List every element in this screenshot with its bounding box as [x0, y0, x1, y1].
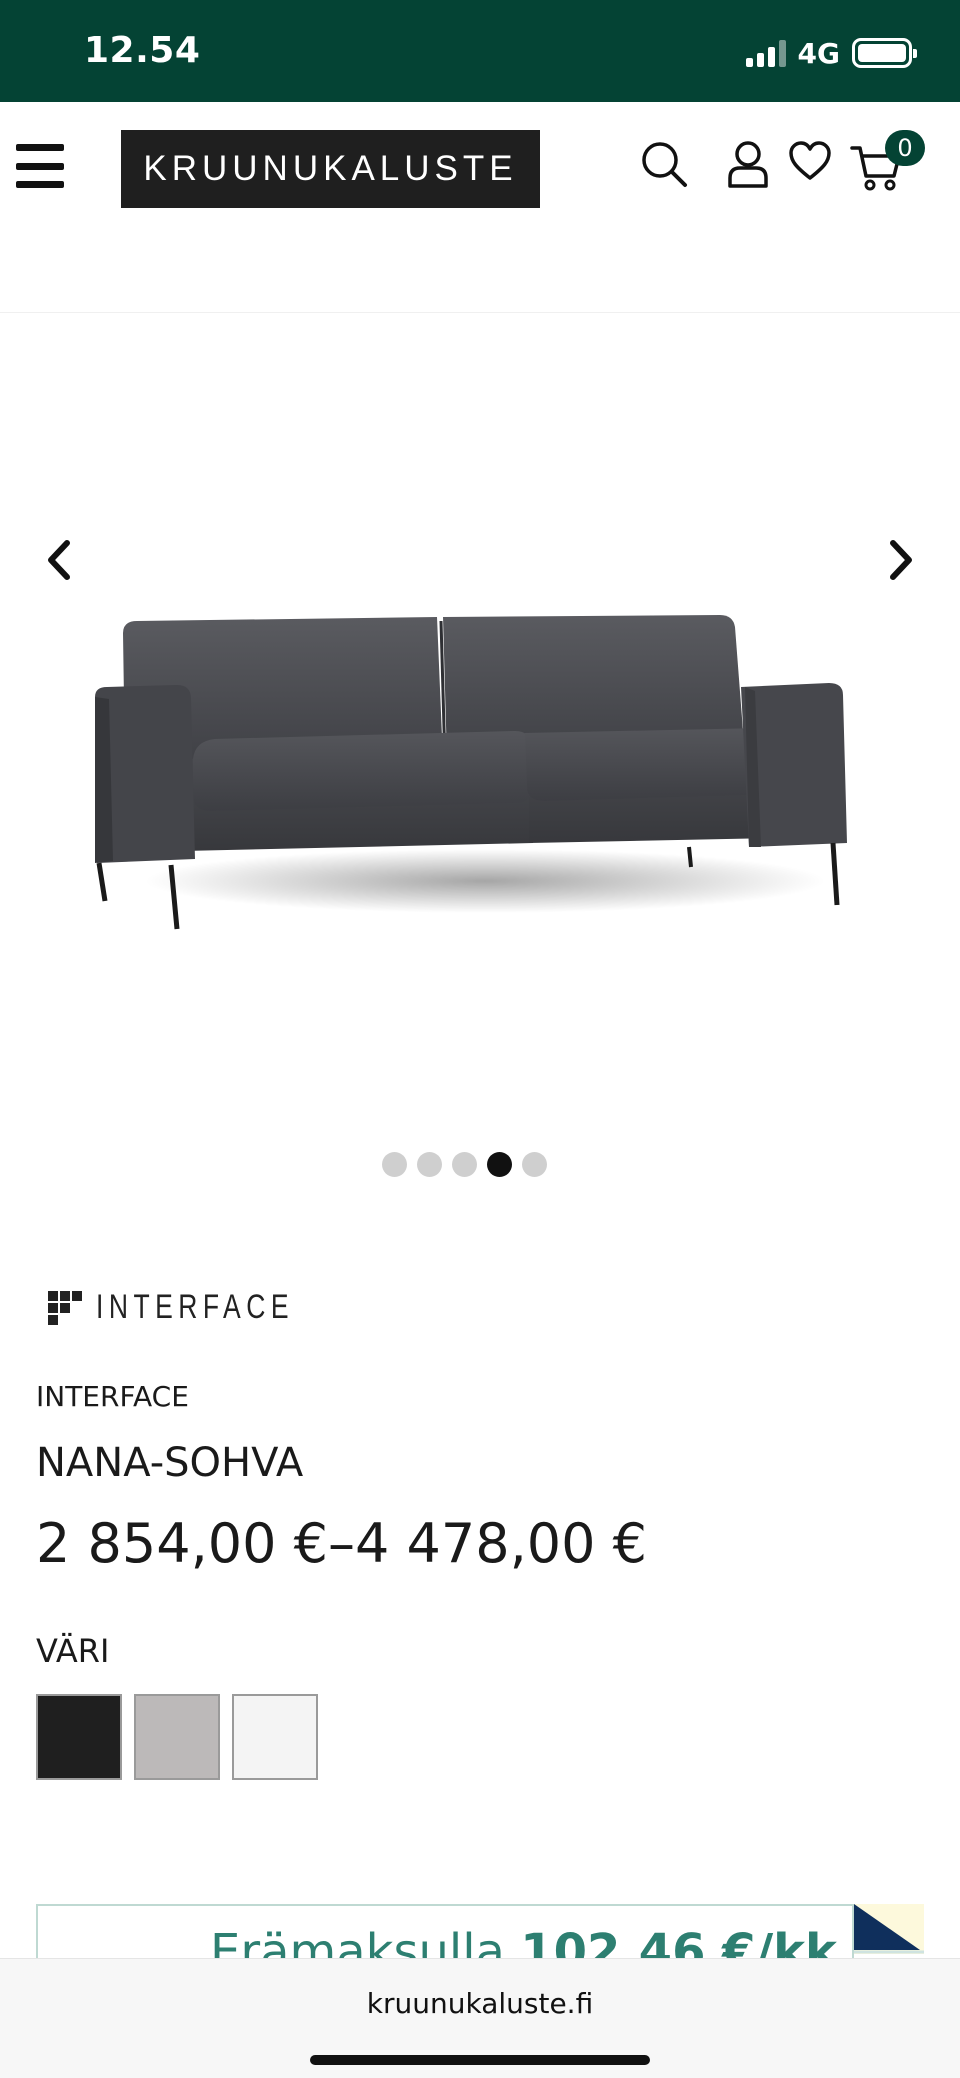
wishlist-heart-icon[interactable]: [788, 140, 832, 182]
product-brand[interactable]: INTERFACE: [36, 1380, 189, 1413]
site-header: KRUUNUKALUSTE 0: [0, 102, 960, 232]
color-label: VÄRI: [36, 1632, 110, 1670]
gallery-prev-button[interactable]: [38, 535, 78, 585]
chevron-left-icon: [48, 540, 70, 580]
account-icon[interactable]: [726, 140, 770, 188]
status-indicators: 4G: [745, 36, 917, 70]
color-swatches: [36, 1694, 318, 1780]
gallery-dot[interactable]: [452, 1152, 477, 1177]
financing-corner-icon: [854, 1904, 924, 1954]
signal-icon: [745, 39, 786, 67]
gallery-dot[interactable]: [417, 1152, 442, 1177]
url-field[interactable]: kruunukaluste.fi: [0, 1987, 960, 2020]
gallery-next-button[interactable]: [882, 535, 922, 585]
product-title: NANA-SOHVA: [36, 1440, 304, 1486]
brand-logo[interactable]: INTERFACE: [48, 1288, 350, 1327]
chevron-right-icon: [890, 540, 912, 580]
site-logo[interactable]: KRUUNUKALUSTE: [121, 130, 540, 208]
status-bar: 12.54 4G: [0, 0, 960, 102]
product-gallery[interactable]: [0, 312, 960, 1112]
product-price: 2 854,00 €–4 478,00 €: [36, 1512, 647, 1575]
cart-count-badge: 0: [885, 130, 925, 166]
swatch-black[interactable]: [36, 1694, 122, 1780]
swatch-grey[interactable]: [134, 1694, 220, 1780]
gallery-dot[interactable]: [522, 1152, 547, 1177]
interface-logo-icon: [48, 1290, 82, 1325]
gallery-dot-active[interactable]: [487, 1152, 512, 1177]
gallery-pagination: [382, 1152, 547, 1177]
home-indicator: [310, 2055, 650, 2065]
sofa-product-image: [95, 615, 847, 930]
browser-address-bar: kruunukaluste.fi: [0, 1958, 960, 2078]
brand-logo-text: INTERFACE: [96, 1288, 294, 1326]
status-time: 12.54: [84, 30, 201, 71]
swatch-white[interactable]: [232, 1694, 318, 1780]
gallery-dot[interactable]: [382, 1152, 407, 1177]
search-icon[interactable]: [640, 140, 688, 188]
network-type: 4G: [797, 36, 840, 70]
financing-badge[interactable]: [854, 1904, 924, 1954]
battery-icon: [852, 38, 917, 68]
menu-icon[interactable]: [16, 144, 64, 188]
